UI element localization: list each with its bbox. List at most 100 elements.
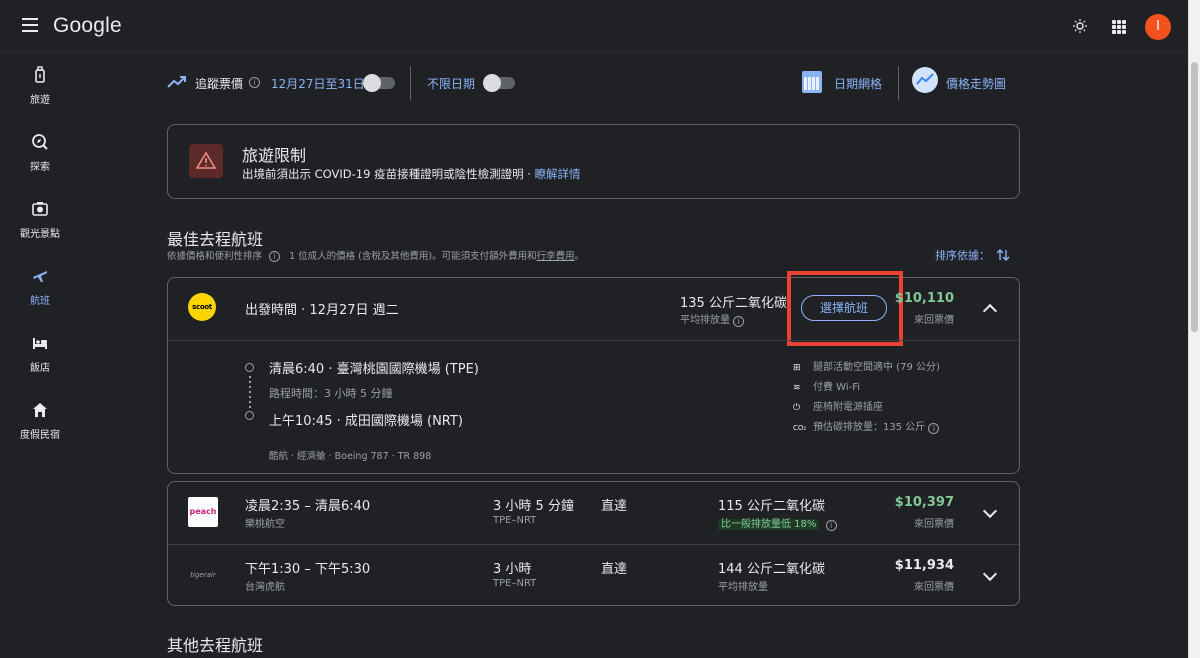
luggage-icon (35, 66, 45, 83)
price: $10,397 (894, 495, 954, 510)
flight-route: TPE–NRT (493, 515, 537, 526)
track-prices-toggle[interactable] (363, 74, 395, 92)
info-icon[interactable]: i (928, 423, 940, 434)
sidebar-item-explore[interactable]: 探索 (0, 133, 80, 174)
top-bar: Google I (0, 0, 1188, 52)
co2-emissions-note: 平均排放量 i (680, 311, 745, 327)
restriction-title: 旅遊限制 (242, 146, 307, 165)
flight-route: TPE–NRT (493, 578, 537, 589)
price: $10,110 (894, 291, 954, 306)
price-graph-icon (912, 67, 938, 93)
travel-duration: 路程時間：3 小時 5 分鐘 (269, 387, 393, 400)
trending-up-icon (167, 76, 186, 88)
sort-button[interactable]: 排序依據： (935, 247, 1010, 263)
date-grid-label: 日期網格 (834, 77, 883, 91)
sidebar-item-flights[interactable]: 航班 (0, 267, 80, 308)
timeline-line (249, 376, 251, 409)
calendar-grid-icon (802, 71, 822, 93)
amenity-wifi: ≋ 付費 Wi-Fi (793, 378, 860, 393)
home-icon (33, 403, 47, 417)
google-logo[interactable]: Google (53, 14, 122, 38)
tracking-bar: 追蹤票價 i 12月27日至31日 不限日期 日期網格 價格走勢圖 (167, 66, 1020, 100)
flight-row[interactable]: peach 凌晨2:35 – 清晨6:40 樂桃航空 3 小時 5 分鐘 TPE… (168, 482, 1019, 544)
amenity-power: ⏻ 座椅附電源插座 (793, 398, 883, 413)
track-date-range[interactable]: 12月27日至31日 (271, 75, 365, 92)
amenity-co2: CO₂ 預估碳排放量：135 公斤 i (793, 418, 940, 434)
other-flights-title: 其他去程航班 (167, 636, 264, 655)
price-graph-label: 價格走勢圖 (946, 77, 1007, 91)
apps-grid-icon[interactable] (1112, 20, 1126, 34)
sidebar-item-label: 航班 (30, 296, 50, 307)
scrollbar[interactable] (1188, 0, 1200, 658)
scrollbar-thumb[interactable] (1191, 62, 1198, 332)
amenity-legroom: ⊞ 腿部活動空間適中 (79 公分) (793, 358, 940, 373)
sidebar-item-label: 度假民宿 (20, 430, 60, 441)
restriction-text: 出境前須出示 COVID-19 疫苗接種證明或陰性檢測證明 · (242, 167, 535, 181)
co2-icon: CO₂ (793, 424, 807, 432)
menu-icon[interactable] (22, 18, 38, 32)
divider (898, 66, 899, 100)
highlight-box (787, 271, 903, 346)
best-flights-title: 最佳去程航班 (167, 230, 264, 249)
sort-arrows-icon (996, 249, 1009, 261)
flight-times: 下午1:30 – 下午5:30 (245, 562, 371, 577)
best-flights-subtitle: 依據價格和便利性排序 i 1 位成人的價格 (含稅及其他費用)。可能須支付額外費… (167, 248, 584, 262)
co2-emissions: 115 公斤二氧化碳 (718, 499, 825, 514)
track-prices-label: 追蹤票價 (195, 77, 244, 91)
theme-sun-icon[interactable] (1073, 19, 1087, 33)
flight-times: 凌晨2:35 – 清晨6:40 (245, 499, 371, 514)
hotel-icon (33, 338, 47, 349)
info-icon[interactable]: i (825, 520, 837, 531)
flight-icon (33, 271, 47, 282)
price-description: 1 位成人的價格 (含稅及其他費用)。可能須支付額外費用和 (289, 251, 537, 262)
sort-description: 依據價格和便利性排序 (167, 251, 263, 262)
sidebar-item-travel[interactable]: 旅遊 (0, 66, 80, 107)
power-icon: ⏻ (793, 403, 801, 413)
peach-logo: peach (188, 497, 218, 527)
any-dates-label: 不限日期 (427, 77, 476, 91)
departure-dot (245, 363, 254, 372)
expanded-flight-card[interactable]: scoot 出發時間 · 12月27日 週二 135 公斤二氧化碳 平均排放量 … (167, 271, 1020, 474)
warning-icon (189, 144, 223, 178)
sidebar-item-hotels[interactable]: 飯店 (0, 334, 80, 375)
expand-chevron-icon[interactable] (982, 503, 998, 519)
flight-duration: 3 小時 (493, 562, 532, 577)
collapse-chevron-icon[interactable] (982, 303, 998, 319)
flight-row[interactable]: tigerair 下午1:30 – 下午5:30 台灣虎航 3 小時 TPE–N… (168, 544, 1019, 606)
camera-icon (32, 202, 48, 216)
departure-label: 出發時間 · 12月27日 週二 (245, 303, 399, 318)
tigerair-logo: tigerair (190, 571, 216, 579)
co2-note-text: 平均排放量 (680, 315, 730, 326)
explore-icon (32, 134, 48, 150)
any-dates-toggle[interactable] (483, 74, 515, 92)
price-type: 來回票價 (914, 582, 954, 593)
sidebar-item-attractions[interactable]: 觀光景點 (0, 200, 80, 241)
sidebar-item-vacation-rentals[interactable]: 度假民宿 (0, 401, 80, 442)
sidebar-item-label: 飯店 (30, 363, 50, 374)
sidebar-item-label: 觀光景點 (20, 229, 60, 240)
legroom-icon: ⊞ (793, 363, 801, 373)
baggage-fees-link[interactable]: 行李費用 (537, 251, 575, 262)
amenity-text: 腿部活動空間適中 (79 公分) (813, 362, 940, 373)
travel-restriction-card: 旅遊限制 出境前須出示 COVID-19 疫苗接種證明或陰性檢測證明 · 瞭解詳… (167, 124, 1020, 199)
arrival-dot (245, 411, 254, 420)
amenity-text: 預估碳排放量：135 公斤 (813, 422, 926, 433)
departure-segment: 清晨6:40 · 臺灣桃園國際機場 (TPE) (269, 362, 479, 377)
amenity-text: 座椅附電源插座 (813, 402, 883, 413)
sub-end: 。 (574, 251, 585, 262)
lower-emissions-badge: 比一般排放量低 18% (718, 519, 820, 530)
amenity-text: 付費 Wi-Fi (813, 382, 861, 393)
price: $11,934 (894, 558, 954, 573)
avatar[interactable]: I (1145, 14, 1171, 40)
info-icon[interactable]: i (269, 251, 281, 262)
price-type: 來回票價 (914, 519, 954, 530)
learn-more-link[interactable]: 瞭解詳情 (535, 167, 581, 181)
info-icon[interactable]: i (249, 77, 260, 88)
co2-emissions-note: 平均排放量 (718, 582, 768, 593)
co2-emissions: 135 公斤二氧化碳 (680, 296, 787, 311)
expand-chevron-icon[interactable] (982, 566, 998, 582)
flight-duration: 3 小時 5 分鐘 (493, 499, 574, 514)
info-icon[interactable]: i (733, 316, 745, 327)
divider (410, 66, 411, 100)
airline-name: 台灣虎航 (245, 582, 285, 593)
